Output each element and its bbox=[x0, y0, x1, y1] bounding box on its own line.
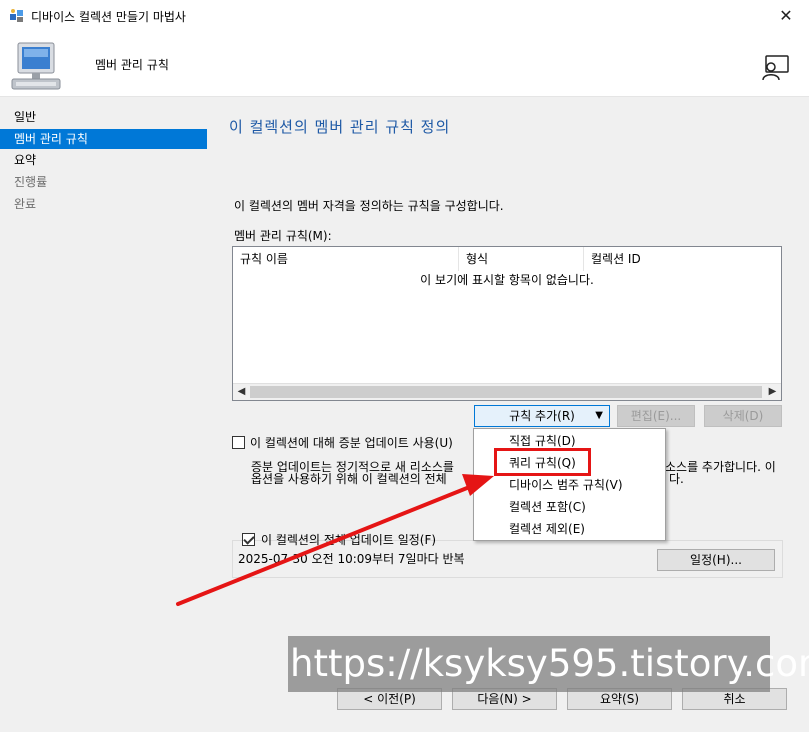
full-update-label: 이 컬렉션의 전체 업데이트 일정(F) bbox=[261, 533, 437, 547]
wizard-steps-sidebar: 일반 멤버 관리 규칙 요약 진행률 완료 bbox=[0, 97, 207, 732]
page-title: 이 컬렉션의 멤버 관리 규칙 정의 bbox=[229, 118, 451, 136]
chevron-down-icon: ▼ bbox=[595, 410, 603, 421]
edit-button[interactable]: 편집(E)... bbox=[617, 405, 695, 427]
scroll-left-icon[interactable]: ◀ bbox=[233, 384, 250, 400]
wizard-header: 멤버 관리 규칙 bbox=[0, 31, 809, 97]
column-header-type[interactable]: 형식 bbox=[459, 247, 584, 271]
scroll-right-icon[interactable]: ▶ bbox=[764, 384, 781, 400]
add-rule-label: 규칙 추가(R) bbox=[509, 409, 575, 423]
menu-item-exclude-collection[interactable]: 컬렉션 제외(E) bbox=[474, 518, 665, 540]
sidebar-item-label: 진행률 bbox=[14, 175, 48, 189]
incremental-update-checkbox[interactable] bbox=[232, 436, 245, 449]
schedule-button[interactable]: 일정(H)... bbox=[657, 549, 775, 571]
collection-wizard-icon bbox=[10, 9, 23, 22]
page-description: 이 컬렉션의 멤버 자격을 정의하는 규칙을 구성합니다. bbox=[234, 199, 504, 213]
add-rule-button[interactable]: 규칙 추가(R) ▼ bbox=[474, 405, 610, 427]
column-header-collection-id[interactable]: 컬렉션 ID bbox=[584, 247, 781, 271]
delete-button[interactable]: 삭제(D) bbox=[704, 405, 782, 427]
annotation-highlight-box bbox=[494, 448, 591, 476]
incremental-update-label: 이 컬렉션에 대해 증분 업데이트 사용(U) bbox=[250, 436, 453, 450]
sidebar-item-progress: 진행률 bbox=[0, 172, 207, 192]
rules-list-label: 멤버 관리 규칙(M): bbox=[234, 229, 332, 243]
sidebar-item-label: 일반 bbox=[14, 110, 37, 124]
incremental-help-text-2a: 옵션을 사용하기 위해 이 컬렉션의 전체 bbox=[251, 472, 447, 486]
close-icon: ✕ bbox=[779, 6, 793, 25]
sidebar-item-general[interactable]: 일반 bbox=[0, 107, 207, 127]
sidebar-item-summary[interactable]: 요약 bbox=[0, 150, 207, 170]
sidebar-item-completion: 완료 bbox=[0, 194, 207, 214]
sidebar-item-label: 멤버 관리 규칙 bbox=[14, 132, 88, 146]
sidebar-item-label: 요약 bbox=[14, 153, 37, 167]
horizontal-scrollbar[interactable]: ◀ ▶ bbox=[233, 383, 781, 400]
window-title: 디바이스 컬렉션 만들기 마법사 bbox=[31, 10, 186, 24]
empty-list-message: 이 보기에 표시할 항목이 없습니다. bbox=[420, 273, 594, 287]
add-rule-menu: 직접 규칙(D) 쿼리 규칙(Q) 디바이스 범주 규칙(V) 컬렉션 포함(C… bbox=[473, 428, 666, 541]
schedule-text: 2025-07-30 오전 10:09부터 7일마다 반복 bbox=[238, 552, 465, 566]
user-feedback-icon[interactable] bbox=[760, 54, 790, 82]
header-section-title: 멤버 관리 규칙 bbox=[95, 58, 169, 72]
membership-rules-list[interactable]: 규칙 이름 형식 컬렉션 ID 이 보기에 표시할 항목이 없습니다. ◀ ▶ bbox=[232, 246, 782, 401]
watermark-url: https://ksyksy595.tistory.com bbox=[288, 636, 809, 692]
sidebar-item-membership-rules[interactable]: 멤버 관리 규칙 bbox=[0, 129, 207, 149]
title-bar: 디바이스 컬렉션 만들기 마법사 ✕ bbox=[0, 0, 809, 31]
scrollbar-thumb[interactable] bbox=[250, 386, 762, 398]
column-header-rule-name[interactable]: 규칙 이름 bbox=[233, 247, 459, 271]
close-button[interactable]: ✕ bbox=[763, 0, 809, 31]
sidebar-item-label: 완료 bbox=[14, 197, 37, 211]
menu-item-device-category-rule[interactable]: 디바이스 범주 규칙(V) bbox=[474, 474, 665, 496]
full-update-checkbox[interactable] bbox=[242, 533, 255, 546]
menu-item-include-collection[interactable]: 컬렉션 포함(C) bbox=[474, 496, 665, 518]
computer-monitor-icon bbox=[11, 42, 61, 90]
incremental-help-text-2b: 다. bbox=[669, 472, 684, 486]
